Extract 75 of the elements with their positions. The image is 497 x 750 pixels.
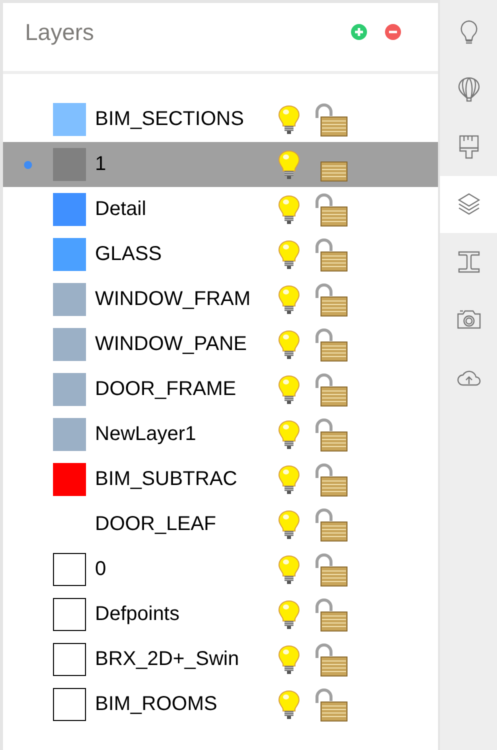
color-swatch[interactable] (53, 598, 86, 631)
layer-name: BIM_SECTIONS (95, 108, 245, 131)
layer-name: WINDOW_FRAM (95, 288, 252, 311)
color-swatch[interactable] (53, 193, 86, 226)
unlocked-padlock-icon[interactable] (314, 282, 348, 316)
layer-row[interactable]: GLASS (3, 232, 438, 277)
unlocked-padlock-icon[interactable] (314, 598, 348, 632)
color-swatch[interactable] (53, 553, 86, 586)
layer-name: BIM_SUBTRAC (95, 468, 238, 491)
color-swatch[interactable] (53, 283, 86, 316)
remove-icon[interactable] (385, 24, 401, 40)
layer-row[interactable]: WINDOW_FRAM (3, 277, 438, 322)
layer-row[interactable]: BIM_SECTIONS (3, 97, 438, 142)
unlocked-padlock-icon[interactable] (314, 192, 348, 226)
layer-name: 0 (95, 558, 108, 581)
layer-row[interactable]: DOOR_LEAF (3, 502, 438, 547)
lightbulb-icon[interactable] (278, 194, 300, 224)
unlocked-padlock-icon[interactable] (314, 238, 348, 272)
lightbulb-icon[interactable] (278, 644, 300, 674)
color-swatch[interactable] (53, 373, 86, 406)
layer-row[interactable]: DOOR_FRAME (3, 367, 438, 412)
lightbulb-icon[interactable] (278, 690, 300, 720)
balloon-icon (456, 76, 482, 102)
color-swatch[interactable] (53, 463, 86, 496)
lightbulb-icon[interactable] (278, 554, 300, 584)
unlocked-padlock-icon[interactable] (314, 328, 348, 362)
panel-title: Layers (25, 18, 96, 46)
color-swatch[interactable] (53, 328, 86, 361)
color-swatch[interactable] (53, 643, 86, 676)
unlocked-padlock-icon[interactable] (314, 462, 348, 496)
unlocked-padlock-icon[interactable] (314, 688, 348, 722)
layer-row[interactable]: Detail (3, 187, 438, 232)
lightbulb-icon[interactable] (278, 374, 300, 404)
lightbulb-icon[interactable] (278, 510, 300, 540)
layers-icon (456, 191, 482, 218)
layer-row[interactable]: BRX_2D+_Swin (3, 637, 438, 682)
unlocked-padlock-icon[interactable] (314, 418, 348, 452)
layer-row[interactable]: Defpoints (3, 592, 438, 637)
layer-name: Defpoints (95, 603, 180, 626)
layer-row[interactable]: 1 (3, 142, 438, 187)
lightbulb-icon[interactable] (278, 240, 300, 270)
layer-name: DOOR_LEAF (95, 513, 218, 536)
color-swatch[interactable] (53, 148, 86, 181)
color-swatch[interactable] (53, 418, 86, 451)
unlocked-padlock-icon[interactable] (314, 552, 348, 586)
lightbulb-icon[interactable] (278, 420, 300, 450)
unlocked-padlock-icon[interactable] (314, 642, 348, 676)
layer-name: 1 (95, 153, 108, 176)
layer-name: NewLayer1 (95, 423, 198, 446)
layer-row[interactable]: 0 (3, 547, 438, 592)
layer-name: GLASS (95, 243, 163, 266)
layer-row[interactable]: WINDOW_PANE (3, 322, 438, 367)
layer-name: Detail (95, 198, 148, 221)
layer-row[interactable]: NewLayer1 (3, 412, 438, 457)
color-swatch[interactable] (53, 103, 86, 136)
layer-name: BRX_2D+_Swin (95, 648, 240, 671)
unlocked-padlock-icon[interactable] (314, 372, 348, 406)
lightbulb-icon[interactable] (278, 104, 300, 134)
lightbulb-icon[interactable] (278, 600, 300, 630)
color-swatch[interactable] (53, 238, 86, 271)
color-swatch[interactable] (53, 688, 86, 721)
unlocked-padlock-icon[interactable] (314, 508, 348, 542)
lightbulb-icon[interactable] (278, 464, 300, 494)
lightbulb-icon[interactable] (278, 150, 300, 180)
lightbulb-icon[interactable] (278, 284, 300, 314)
layer-name: BIM_ROOMS (95, 693, 218, 716)
sidebar-tab[interactable] (440, 176, 497, 233)
current-layer-dot (24, 160, 32, 168)
layer-row[interactable]: BIM_SUBTRAC (3, 457, 438, 502)
lightbulb-icon[interactable] (278, 330, 300, 360)
unlocked-padlock-icon[interactable] (314, 102, 348, 136)
layer-row[interactable]: BIM_ROOMS (3, 682, 438, 727)
beam-icon (456, 248, 482, 275)
layer-name: DOOR_FRAME (95, 378, 238, 401)
layer-name: WINDOW_PANE (95, 333, 248, 356)
